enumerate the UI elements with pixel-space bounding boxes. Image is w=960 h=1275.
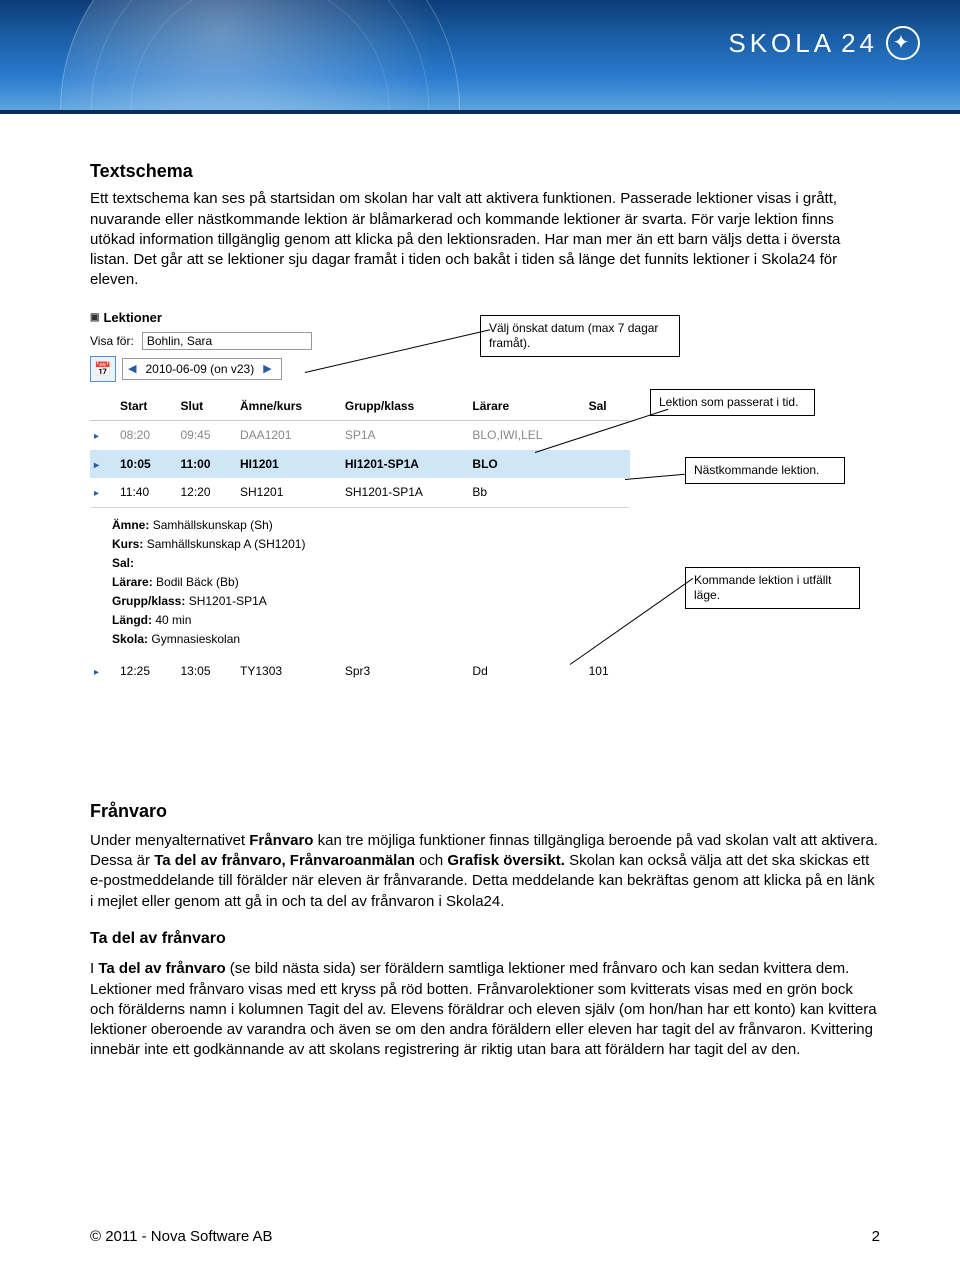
date-prev-icon[interactable]: ◀	[125, 362, 139, 377]
col-start: Start	[116, 392, 176, 421]
table-row[interactable]: ▸ 10:05 11:00 HI1201 HI1201-SP1A BLO	[90, 450, 630, 479]
callout-passed: Lektion som passerat i tid.	[650, 389, 815, 416]
expand-icon[interactable]: ▸	[94, 459, 108, 473]
collapse-icon[interactable]: ▣	[90, 311, 99, 325]
col-amne: Ämne/kurs	[236, 392, 341, 421]
col-slut: Slut	[176, 392, 236, 421]
lektioner-widget-area: ▣ Lektioner Visa för: 📅 ◀ 2010-06-09 (on…	[90, 309, 880, 789]
callout-date: Välj önskat datum (max 7 dagar framåt).	[480, 315, 680, 357]
calendar-icon[interactable]: 📅	[90, 356, 116, 382]
expand-icon[interactable]: ▸	[94, 430, 108, 444]
brand-name: SKOLA	[728, 28, 835, 59]
globe-graphic	[60, 0, 460, 110]
lektioner-header-label: Lektioner	[103, 309, 162, 327]
table-row[interactable]: ▸ 11:40 12:20 SH1201 SH1201-SP1A Bb	[90, 478, 630, 507]
visa-for-input[interactable]	[142, 332, 312, 350]
callout-next: Nästkommande lektion.	[685, 457, 845, 484]
callout-line	[625, 473, 685, 479]
lektioner-table: Start Slut Ämne/kurs Grupp/klass Lärare …	[90, 392, 630, 685]
visa-for-label: Visa för:	[90, 333, 134, 349]
franvaro-paragraph-1: Under menyalternativet Frånvaro kan tre …	[90, 831, 880, 912]
table-row[interactable]: ▸ 12:25 13:05 TY1303 Spr3 Dd 101	[90, 657, 630, 686]
col-larare: Lärare	[468, 392, 584, 421]
callout-expanded: Kommande lektion i utfällt läge.	[685, 567, 860, 609]
page-footer: © 2011 - Nova Software AB 2	[90, 1228, 880, 1245]
table-header-row: Start Slut Ämne/kurs Grupp/klass Lärare …	[90, 392, 630, 421]
col-sal: Sal	[585, 392, 630, 421]
textschema-paragraph: Ett textschema kan ses på startsidan om …	[90, 189, 880, 290]
date-selector[interactable]: ◀ 2010-06-09 (on v23) ▶	[122, 358, 282, 380]
brand-logo: SKOLA 24 ✦	[728, 26, 920, 60]
brand-suffix: 24	[841, 28, 878, 59]
col-grupp: Grupp/klass	[341, 392, 469, 421]
footer-page-number: 2	[872, 1228, 880, 1245]
expand-icon[interactable]: ▸	[94, 666, 108, 680]
table-row-details: Ämne: Samhällskunskap (Sh) Kurs: Samhäll…	[90, 507, 630, 657]
lesson-details: Ämne: Samhällskunskap (Sh) Kurs: Samhäll…	[90, 507, 630, 657]
date-value: 2010-06-09 (on v23)	[145, 361, 254, 377]
date-next-icon[interactable]: ▶	[260, 362, 274, 377]
expand-icon[interactable]: ▸	[94, 487, 108, 501]
table-row[interactable]: ▸ 08:20 09:45 DAA1201 SP1A BLO,IWI,LEL	[90, 421, 630, 450]
footer-copyright: © 2011 - Nova Software AB	[90, 1228, 273, 1245]
header-banner: SKOLA 24 ✦	[0, 0, 960, 110]
section-title-textschema: Textschema	[90, 159, 880, 183]
section-title-franvaro: Frånvaro	[90, 799, 880, 823]
franvaro-paragraph-2: I Ta del av frånvaro (se bild nästa sida…	[90, 959, 880, 1060]
subsection-title: Ta del av frånvaro	[90, 928, 880, 950]
lektioner-panel: ▣ Lektioner Visa för: 📅 ◀ 2010-06-09 (on…	[90, 309, 630, 686]
star-icon: ✦	[886, 26, 920, 60]
